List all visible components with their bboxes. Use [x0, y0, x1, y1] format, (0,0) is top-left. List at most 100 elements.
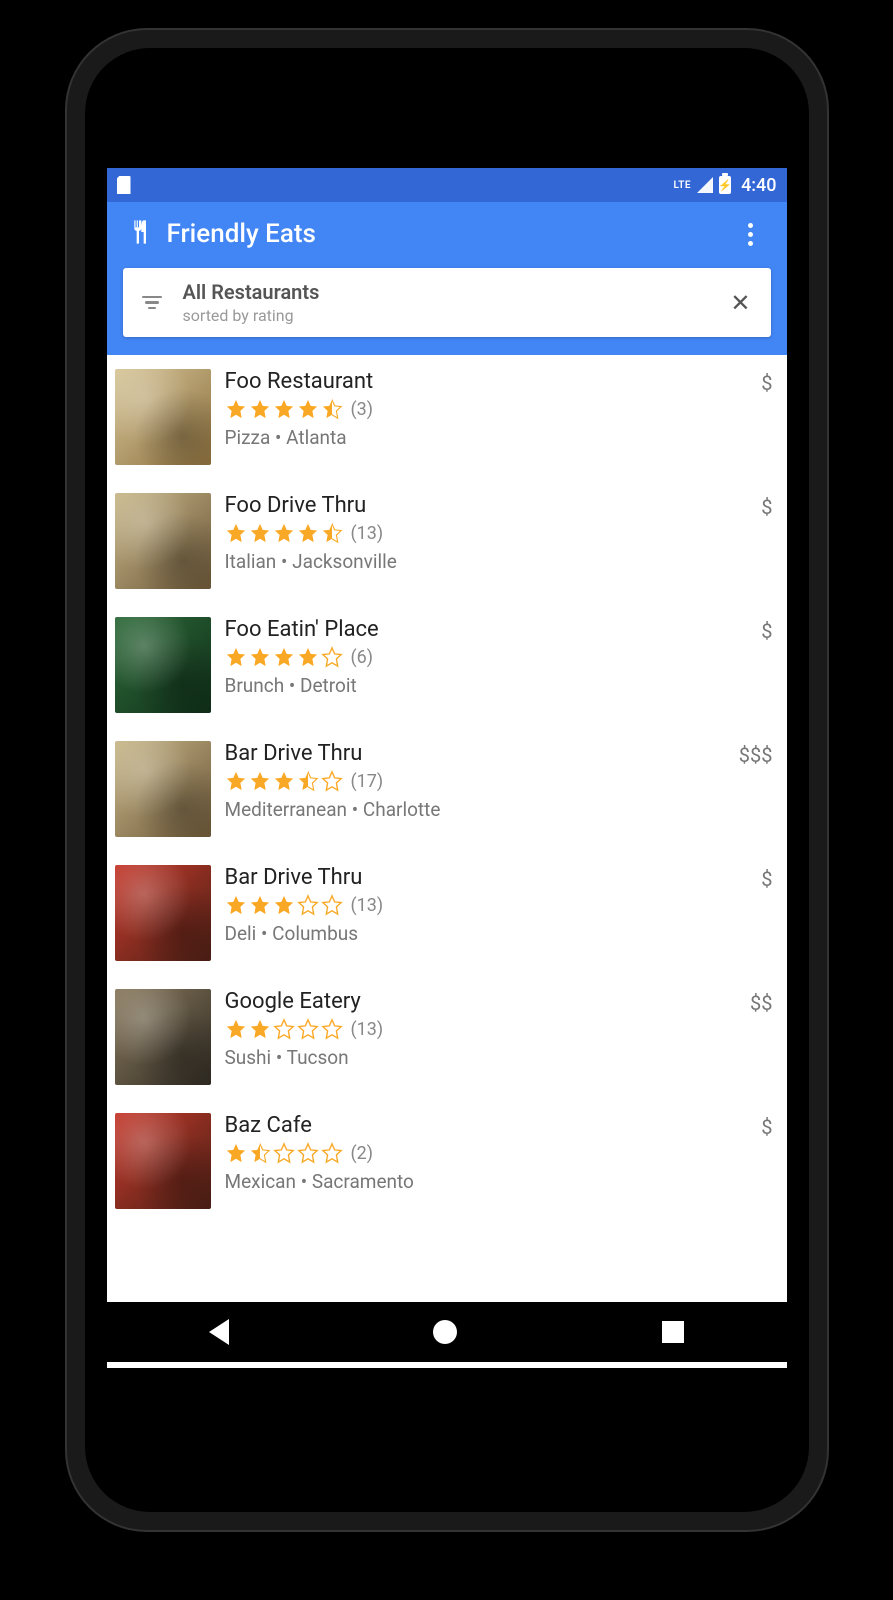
sd-card-icon — [117, 176, 131, 194]
clock: 4:40 — [741, 175, 776, 196]
review-count: (2) — [351, 1143, 374, 1164]
price-indicator: $ — [761, 865, 772, 891]
restaurant-row[interactable]: Bar Drive Thru (13) Deli • Columbus $ — [107, 851, 787, 975]
battery-icon: ⚡ — [719, 176, 731, 194]
rating-stars — [225, 1018, 343, 1040]
restaurant-name: Foo Drive Thru — [225, 493, 748, 518]
fork-knife-icon — [125, 218, 153, 250]
restaurant-meta: Sushi • Tucson — [225, 1046, 737, 1069]
phone-sensor — [419, 128, 475, 148]
nav-recent-button[interactable] — [662, 1321, 684, 1343]
restaurant-row[interactable]: Baz Cafe (2) Mexican • Sacramento $ — [107, 1099, 787, 1223]
star-icon — [273, 1142, 295, 1164]
review-count: (13) — [351, 523, 384, 544]
filter-title: All Restaurants — [183, 280, 709, 304]
clear-filter-button[interactable]: ✕ — [726, 285, 754, 321]
star-icon — [249, 646, 271, 668]
rating-stars — [225, 522, 343, 544]
star-icon — [249, 894, 271, 916]
nav-home-button[interactable] — [433, 1320, 457, 1344]
restaurant-name: Google Eatery — [225, 989, 737, 1014]
restaurant-list[interactable]: Foo Restaurant (3) Pizza • Atlanta $ Foo… — [107, 355, 787, 1368]
restaurant-meta: Brunch • Detroit — [225, 674, 748, 697]
star-icon — [321, 1018, 343, 1040]
star-icon — [225, 770, 247, 792]
star-icon — [321, 770, 343, 792]
status-bar: LTE ⚡ 4:40 — [107, 168, 787, 202]
rating-stars — [225, 1142, 343, 1164]
rating-stars — [225, 894, 343, 916]
restaurant-name: Foo Eatin' Place — [225, 617, 748, 642]
signal-icon — [697, 177, 713, 193]
star-icon — [225, 398, 247, 420]
restaurant-thumbnail — [115, 493, 211, 589]
star-icon — [297, 894, 319, 916]
star-icon — [273, 522, 295, 544]
star-icon — [321, 1142, 343, 1164]
restaurant-row[interactable]: Foo Eatin' Place (6) Brunch • Detroit $ — [107, 603, 787, 727]
nav-back-button[interactable] — [209, 1319, 229, 1345]
star-icon — [225, 894, 247, 916]
restaurant-name: Bar Drive Thru — [225, 741, 725, 766]
restaurant-thumbnail — [115, 1113, 211, 1209]
star-icon — [297, 398, 319, 420]
star-icon — [225, 522, 247, 544]
price-indicator: $ — [761, 493, 772, 519]
restaurant-row[interactable]: Foo Drive Thru (13) Italian • Jacksonvil… — [107, 479, 787, 603]
screen: LTE ⚡ 4:40 Friendly Eats — [107, 168, 787, 1368]
network-label: LTE — [674, 180, 692, 191]
restaurant-thumbnail — [115, 741, 211, 837]
star-icon — [273, 770, 295, 792]
restaurant-meta: Mexican • Sacramento — [225, 1170, 748, 1193]
filter-bar[interactable]: All Restaurants sorted by rating ✕ — [123, 268, 771, 337]
android-nav-bar — [107, 1302, 787, 1362]
star-icon — [297, 1018, 319, 1040]
rating-stars — [225, 646, 343, 668]
price-indicator: $$$ — [739, 741, 773, 767]
restaurant-meta: Deli • Columbus — [225, 922, 748, 945]
star-icon — [249, 1018, 271, 1040]
restaurant-thumbnail — [115, 617, 211, 713]
review-count: (3) — [351, 399, 374, 420]
restaurant-row[interactable]: Google Eatery (13) Sushi • Tucson $$ — [107, 975, 787, 1099]
filter-icon — [139, 296, 165, 310]
star-icon — [297, 646, 319, 668]
app-title: Friendly Eats — [167, 219, 316, 249]
star-icon — [273, 894, 295, 916]
review-count: (13) — [351, 1019, 384, 1040]
star-icon — [249, 770, 271, 792]
star-icon — [225, 646, 247, 668]
restaurant-thumbnail — [115, 865, 211, 961]
star-icon — [297, 522, 319, 544]
restaurant-meta: Pizza • Atlanta — [225, 426, 748, 449]
star-icon — [249, 398, 271, 420]
star-icon — [273, 1018, 295, 1040]
restaurant-meta: Italian • Jacksonville — [225, 550, 748, 573]
restaurant-row[interactable]: Bar Drive Thru (17) Mediterranean • Char… — [107, 727, 787, 851]
restaurant-thumbnail — [115, 989, 211, 1085]
price-indicator: $$ — [750, 989, 772, 1015]
price-indicator: $ — [761, 369, 772, 395]
app-bar: Friendly Eats All Restaurants sorted by … — [107, 202, 787, 355]
review-count: (6) — [351, 647, 374, 668]
restaurant-name: Bar Drive Thru — [225, 865, 748, 890]
star-icon — [273, 646, 295, 668]
restaurant-name: Foo Restaurant — [225, 369, 748, 394]
star-icon — [297, 770, 319, 792]
restaurant-row[interactable]: Foo Restaurant (3) Pizza • Atlanta $ — [107, 355, 787, 479]
star-icon — [273, 398, 295, 420]
star-icon — [321, 646, 343, 668]
overflow-menu-button[interactable] — [737, 220, 765, 248]
phone-frame: LTE ⚡ 4:40 Friendly Eats — [67, 30, 827, 1530]
restaurant-name: Baz Cafe — [225, 1113, 748, 1138]
review-count: (17) — [351, 771, 384, 792]
star-icon — [225, 1018, 247, 1040]
star-icon — [249, 522, 271, 544]
restaurant-thumbnail — [115, 369, 211, 465]
restaurant-meta: Mediterranean • Charlotte — [225, 798, 725, 821]
star-icon — [321, 398, 343, 420]
star-icon — [249, 1142, 271, 1164]
rating-stars — [225, 398, 343, 420]
review-count: (13) — [351, 895, 384, 916]
filter-subtitle: sorted by rating — [183, 306, 709, 325]
